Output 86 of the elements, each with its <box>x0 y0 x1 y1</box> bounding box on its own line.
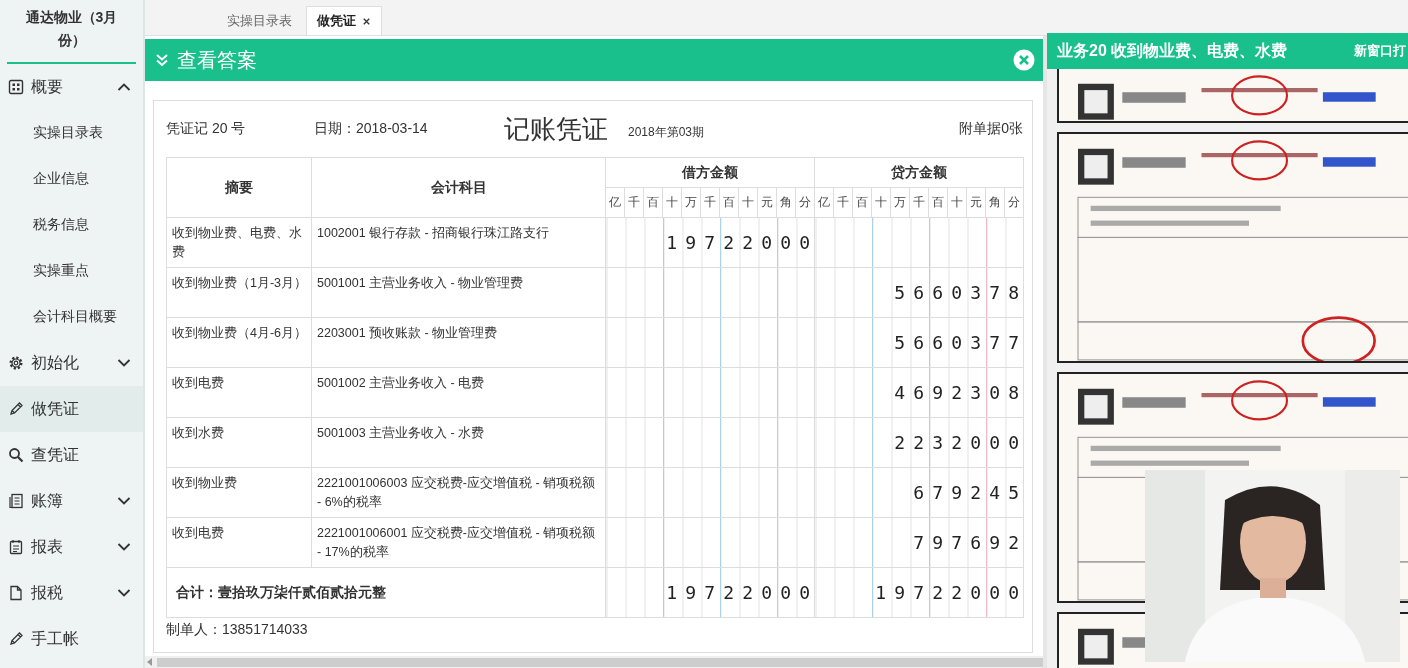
unit-header: 千 <box>909 187 929 218</box>
credit-amount: 5660377 <box>894 332 1023 353</box>
grid-icon <box>8 79 24 95</box>
ledger-icon <box>8 493 24 509</box>
sidebar-item[interactable]: 报表 <box>0 524 143 570</box>
table-cell: 收到电费 <box>166 367 312 418</box>
table-cell: 5001002 主营业务收入 - 电费 <box>311 367 606 418</box>
unit-header: 万 <box>890 187 910 218</box>
table-cell: 2221001006003 应交税费-应交增值税 - 销项税额 - 6%的税率 <box>311 467 606 518</box>
gear-icon <box>8 355 24 371</box>
debit-amount: 19722000 <box>666 232 814 253</box>
unit-header: 十 <box>738 187 758 218</box>
credit-amount: 679245 <box>913 482 1023 503</box>
voucher-title: 记账凭证 <box>504 112 608 146</box>
sidebar-item[interactable]: 做凭证 <box>0 386 143 432</box>
unit-header: 分 <box>795 187 815 218</box>
attachment-count: 附单据0张 <box>959 120 1023 138</box>
document-icon <box>8 585 24 601</box>
sidebar-subitem[interactable]: 会计科目概要 <box>0 294 143 340</box>
unit-header: 元 <box>757 187 777 218</box>
pencil-icon <box>8 401 24 417</box>
table-cell: 2221001006001 应交税费-应交增值税 - 销项税额 - 17%的税率 <box>311 517 606 568</box>
left-arrow-icon[interactable] <box>147 658 153 666</box>
panel-title: 查看答案 <box>177 47 258 73</box>
unit-header: 千 <box>833 187 853 218</box>
sidebar-subitem[interactable]: 实操目录表 <box>0 110 143 156</box>
unit-header: 元 <box>966 187 986 218</box>
column-header: 摘要 <box>166 157 312 218</box>
sidebar-item[interactable]: 手工帐 <box>0 616 143 662</box>
table-cell: 收到水费 <box>166 417 312 468</box>
sidebar-item[interactable]: 初始化 <box>0 340 143 386</box>
column-header: 会计科目 <box>311 157 606 218</box>
sidebar-subitem[interactable]: 税务信息 <box>0 202 143 248</box>
table-cell: 1002001 银行存款 - 招商银行珠江路支行 <box>311 217 606 268</box>
credit-total: 19722000 <box>875 582 1023 603</box>
sidebar-subitem[interactable]: 企业信息 <box>0 156 143 202</box>
double-chevron-icon[interactable] <box>155 53 169 67</box>
table-cell: 收到物业费 <box>166 467 312 518</box>
company-title: 通达物业（3月份） <box>24 8 119 50</box>
table-cell: 2203001 预收账款 - 物业管理费 <box>311 317 606 368</box>
unit-header: 百 <box>643 187 663 218</box>
sidebar-item[interactable]: 查凭证 <box>0 432 143 478</box>
table-cell: 5001001 主营业务收入 - 物业管理费 <box>311 267 606 318</box>
total-cell: 合计：壹拾玖万柒仟贰佰贰拾元整 <box>166 567 606 618</box>
unit-header: 角 <box>776 187 796 218</box>
tab[interactable]: 实操目录表 <box>217 7 302 35</box>
pencil-icon <box>8 631 24 647</box>
table-cell: 收到电费 <box>166 517 312 568</box>
credit-amount: 797692 <box>913 532 1023 553</box>
unit-header: 百 <box>928 187 948 218</box>
unit-header: 千 <box>700 187 720 218</box>
unit-header: 万 <box>681 187 701 218</box>
column-header: 贷方金额 <box>814 157 1024 188</box>
credit-amount: 2232000 <box>894 432 1023 453</box>
unit-header: 百 <box>852 187 872 218</box>
unit-header: 亿 <box>605 187 625 218</box>
close-icon[interactable] <box>362 16 371 26</box>
unit-header: 十 <box>662 187 682 218</box>
table-cell: 收到物业费（4月-6月） <box>166 317 312 368</box>
tab[interactable]: 做凭证 <box>306 6 382 35</box>
unit-header: 十 <box>871 187 891 218</box>
sidebar-subitem[interactable]: 实操重点 <box>0 248 143 294</box>
unit-header: 分 <box>1004 187 1024 218</box>
voucher-number: 凭证记 20 号 <box>166 120 247 138</box>
horizontal-scrollbar[interactable] <box>145 656 1043 668</box>
unit-header: 角 <box>985 187 1005 218</box>
unit-header: 千 <box>624 187 644 218</box>
debit-total: 19722000 <box>666 582 814 603</box>
voucher-period: 2018年第03期 <box>628 123 706 141</box>
unit-header: 百 <box>719 187 739 218</box>
unit-header: 亿 <box>814 187 834 218</box>
column-header: 借方金额 <box>605 157 815 188</box>
preparer-label: 制单人：13851714033 <box>166 621 309 639</box>
table-cell: 收到物业费、电费、水费 <box>166 217 312 268</box>
sidebar-item[interactable]: 报税 <box>0 570 143 616</box>
panel-title: 业务20 收到物业费、电费、水费 <box>1057 40 1289 61</box>
sidebar-item[interactable]: 概要 <box>0 64 143 110</box>
voucher-date: 日期：2018-03-14 <box>314 120 429 138</box>
credit-amount: 5660378 <box>894 282 1023 303</box>
unit-header: 十 <box>947 187 967 218</box>
search-icon <box>8 447 24 463</box>
table-cell: 收到物业费（1月-3月） <box>166 267 312 318</box>
credit-amount: 4692308 <box>894 382 1023 403</box>
table-cell: 5001003 主营业务收入 - 水费 <box>311 417 606 468</box>
sidebar-item[interactable]: 账簿 <box>0 478 143 524</box>
report-icon <box>8 539 24 555</box>
